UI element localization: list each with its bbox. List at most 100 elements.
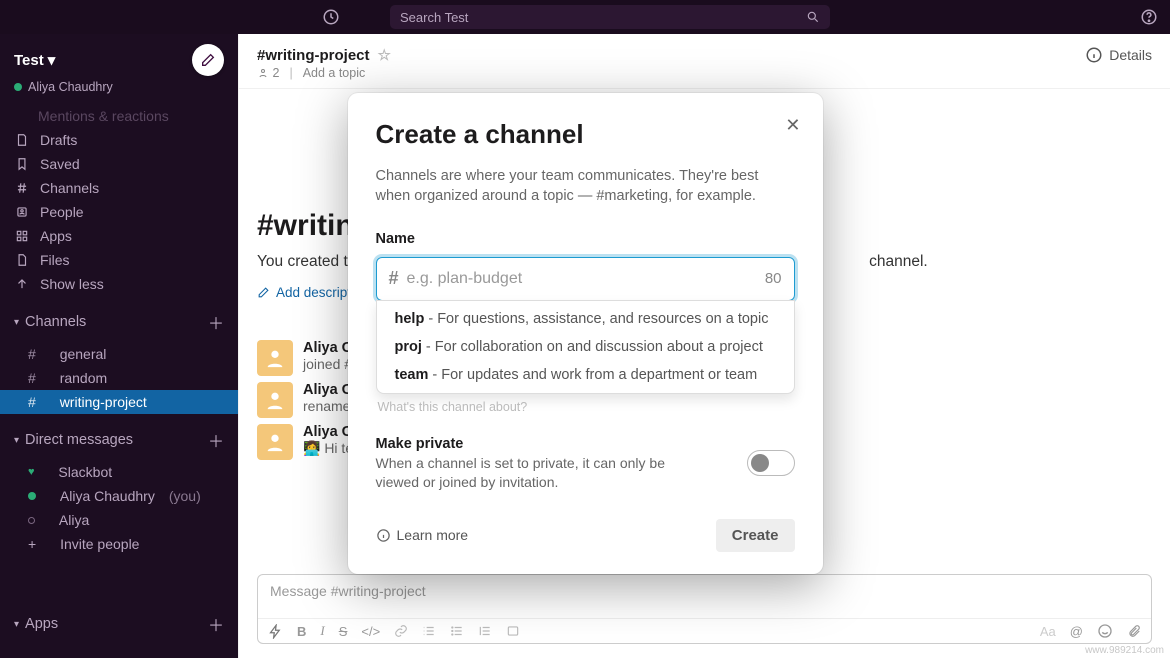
label: Aliya (59, 512, 89, 528)
watermark: www.989214.com (1085, 645, 1164, 656)
strike-icon[interactable]: S (339, 624, 348, 639)
label: Details (1109, 47, 1152, 63)
label: Saved (40, 156, 80, 172)
composer-input[interactable]: Message #writing-project (258, 575, 1151, 618)
user-status[interactable]: Aliya Chaudhry (0, 80, 238, 104)
workspace-switcher[interactable]: Test ▾ (14, 51, 55, 69)
nav-drafts[interactable]: Drafts (0, 128, 238, 152)
code-block-icon[interactable] (506, 624, 520, 638)
people-icon (14, 205, 30, 219)
text: joined # (303, 356, 361, 372)
chevron-down-icon: ▾ (48, 51, 56, 69)
message-item[interactable]: Aliya Ch👩‍💻 Hi te (257, 424, 1152, 460)
heart-icon: ♥ (28, 466, 35, 478)
channel-writing-project[interactable]: # writing-project (0, 390, 238, 414)
member-count[interactable]: 2 (257, 66, 279, 80)
intro-desc: You created this channel. channel. (257, 253, 1152, 271)
search-icon (806, 10, 820, 24)
star-icon[interactable]: ☆ (378, 46, 391, 64)
text-format-icon[interactable]: Aa (1040, 624, 1056, 639)
section-dms[interactable]: ▾ Direct messages ＋ (0, 418, 238, 456)
dm-self[interactable]: Aliya Chaudhry(you) (0, 484, 238, 508)
label: Slackbot (58, 464, 112, 480)
add-channel-icon[interactable]: ＋ (208, 310, 224, 334)
hash-icon: # (28, 394, 36, 410)
apps-icon (14, 229, 30, 243)
search-input[interactable]: Search Test (390, 5, 830, 29)
text: 👩‍💻 Hi te (303, 440, 361, 457)
text: renamed (303, 398, 361, 414)
bold-icon[interactable]: B (297, 624, 306, 639)
caret-down-icon: ▾ (14, 435, 19, 446)
message-item[interactable]: Aliya Chjoined # (257, 340, 1152, 376)
message-item[interactable]: Aliya Chrenamed (257, 382, 1152, 418)
label: Invite people (60, 536, 139, 552)
label: Channels (25, 314, 86, 330)
label: Show less (40, 276, 104, 292)
arrow-up-icon (14, 277, 30, 291)
drafts-icon (14, 133, 30, 147)
section-apps[interactable]: ▾ Apps ＋ (0, 602, 238, 640)
channel-random[interactable]: # random (0, 366, 238, 390)
compose-button[interactable] (192, 44, 224, 76)
dm-aliya[interactable]: Aliya (0, 508, 238, 532)
avatar (257, 424, 293, 460)
history-icon[interactable] (322, 8, 340, 26)
composer[interactable]: Message #writing-project B I S </> Aa @ (257, 574, 1152, 644)
dm-slackbot[interactable]: ♥ Slackbot (0, 460, 238, 484)
caret-down-icon: ▾ (14, 619, 19, 630)
label: Drafts (40, 132, 77, 148)
code-icon[interactable]: </> (361, 624, 380, 639)
nav-saved[interactable]: Saved (0, 152, 238, 176)
nav-apps[interactable]: Apps (0, 224, 238, 248)
add-dm-icon[interactable]: ＋ (208, 428, 224, 452)
nav-files[interactable]: Files (0, 248, 238, 272)
topbar: Search Test (0, 0, 1170, 34)
emoji-icon[interactable] (1097, 623, 1113, 639)
lightning-icon[interactable] (268, 624, 283, 639)
bookmark-icon (14, 157, 30, 171)
sidebar: Test ▾ Aliya Chaudhry Mentions & reactio… (0, 34, 238, 658)
help-icon[interactable] (1140, 8, 1158, 26)
avatar (257, 340, 293, 376)
section-channels[interactable]: ▾ Channels ＋ (0, 300, 238, 338)
label: Add description (276, 285, 369, 300)
list-ordered-icon[interactable] (422, 624, 436, 638)
presence-indicator-away (28, 517, 35, 524)
label: Apps (25, 616, 58, 632)
caret-down-icon: ▾ (14, 317, 19, 328)
nav-show-less[interactable]: Show less (0, 272, 238, 296)
files-icon (14, 253, 30, 267)
label: Apps (40, 228, 72, 244)
search-placeholder: Search Test (400, 10, 468, 25)
add-app-icon[interactable]: ＋ (208, 612, 224, 636)
mention-icon[interactable]: @ (1070, 624, 1083, 639)
details-button[interactable]: Details (1085, 46, 1152, 64)
author: Aliya Ch (303, 424, 361, 440)
nav-people[interactable]: People (0, 200, 238, 224)
italic-icon[interactable]: I (320, 623, 324, 639)
label: People (40, 204, 84, 220)
intro-title: #writing (257, 209, 1152, 243)
invite-people[interactable]: + Invite people (0, 532, 238, 556)
hash-icon (14, 181, 30, 195)
presence-indicator (14, 83, 22, 91)
label: Direct messages (25, 432, 133, 448)
channel-title[interactable]: #writing-project (257, 47, 370, 64)
current-user-name: Aliya Chaudhry (28, 80, 113, 94)
nav-mentions[interactable]: Mentions & reactions (0, 104, 238, 124)
add-topic[interactable]: Add a topic (303, 66, 366, 80)
message-list: Aliya Chjoined # Aliya Chrenamed Aliya C… (257, 340, 1152, 466)
nav-channels[interactable]: Channels (0, 176, 238, 200)
workspace-name: Test (14, 52, 44, 69)
attach-icon[interactable] (1127, 623, 1141, 639)
label: writing-project (60, 394, 147, 410)
hash-icon: # (28, 370, 36, 386)
link-icon[interactable] (394, 624, 408, 638)
quote-icon[interactable] (478, 624, 492, 638)
add-description-link[interactable]: Add description (257, 285, 1152, 300)
channel-general[interactable]: # general (0, 342, 238, 366)
presence-indicator (28, 492, 36, 500)
author: Aliya Ch (303, 340, 361, 356)
list-bullet-icon[interactable] (450, 624, 464, 638)
